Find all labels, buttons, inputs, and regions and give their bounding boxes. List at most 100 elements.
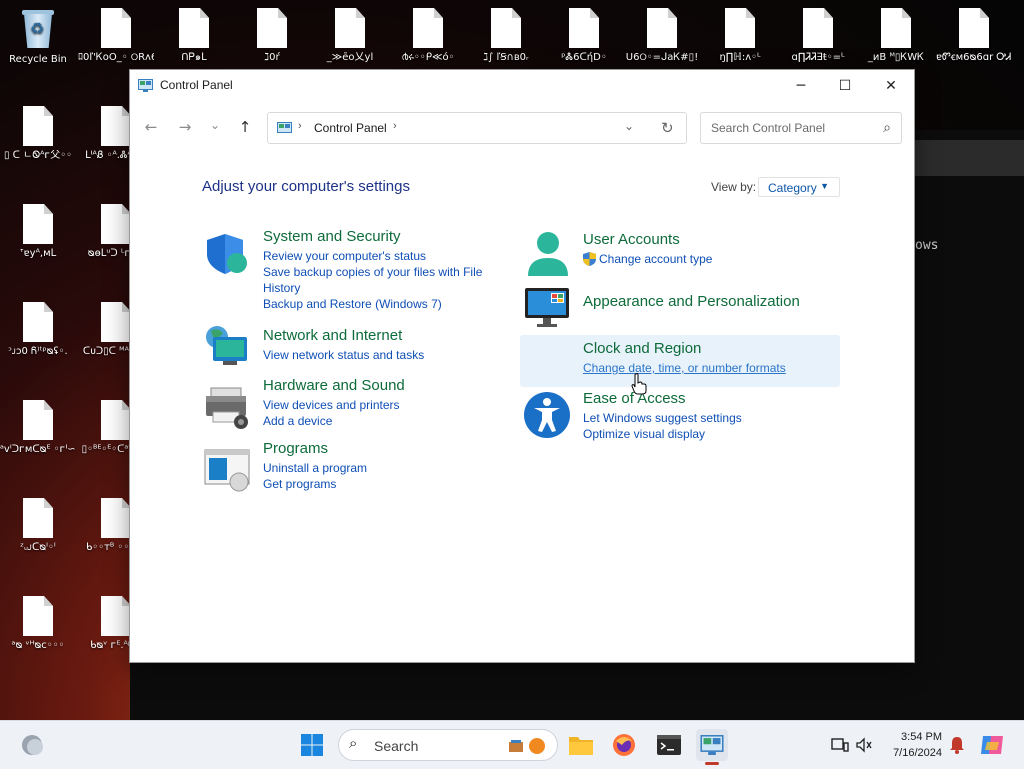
terminal-icon[interactable] [653,729,685,761]
system-clock[interactable]: 3:54 PM 7/16/2024 [880,729,942,761]
category-ease-of-access: Ease of Access Let Windows suggest setti… [583,390,833,442]
network-globe-icon[interactable] [203,323,251,371]
document-icon [257,8,287,48]
desktop-file-icon[interactable]: ℷ0ŕ [234,8,310,63]
programs-icon[interactable] [203,444,251,492]
link-change-account-type[interactable]: Change account type [583,251,833,267]
link-optimize-visual-display[interactable]: Optimize visual display [583,426,833,442]
address-history-dropdown[interactable]: ⌄ [624,119,634,133]
category-title[interactable]: Hardware and Sound [263,377,503,394]
link-backup-restore[interactable]: Backup and Restore (Windows 7) [263,296,503,312]
desktop-icon-label: Ü6୦◦=ᒍaᏦ#▯! [625,52,699,63]
desktop-file-icon[interactable]: ﾛ0ľ'ᏦoO_◦ ୦Rᴧ6◦ó [78,8,154,63]
view-by-dropdown[interactable]: Category ▼ [758,177,840,197]
link-change-date-formats[interactable]: Change date, time, or number formats [583,360,786,376]
trash-can-icon: ♻ [21,8,55,48]
back-button[interactable]: ← [139,118,163,138]
desktop-file-icon[interactable]: ൪ሩ◦◦ᑭ≪ó◦ [390,8,466,63]
link-file-history[interactable]: Save backup copies of your files with Fi… [263,264,503,296]
category-hardware-and-sound: Hardware and Sound View devices and prin… [263,377,503,429]
desktop-file-icon[interactable]: ▯ ᑕ ㄴᏫᴬᴦ父◦◦ [0,106,76,161]
windows-logo-icon [301,734,323,756]
document-icon [101,8,131,48]
document-icon [881,8,911,48]
desktop-file-icon[interactable]: Ü6୦◦=ᒍaᏦ#▯! [624,8,700,63]
document-icon [101,302,131,342]
desktop-icon-label: ɐᏛꞓᴍ6ᴓ6ɑr ᎤᏗ◦◦◦Ʊ [936,52,1012,63]
desktop-file-icon[interactable]: _≫ēo乂yl [312,8,388,63]
desktop-icon-label: ℷ0ŕ [264,52,280,63]
category-title[interactable]: Appearance and Personalization [583,293,843,310]
desktop-file-icon[interactable]: ŋ∏ℍ:ᴧ◦ᴸ [702,8,778,63]
desktop-file-icon[interactable]: ᵖᏜ6ᑕήD◦ [546,8,622,63]
document-icon [179,8,209,48]
navigation-bar: ← → ⌄ ↑ › Control Panel › ⌄ ↻ ⌕ [130,110,914,146]
link-network-status[interactable]: View network status and tasks [263,347,503,363]
refresh-icon[interactable]: ↻ [661,119,674,137]
desktop-file-icon[interactable]: ɐᏛꞓᴍ6ᴓ6ɑr ᎤᏗ◦◦◦Ʊ [936,8,1012,63]
link-devices-printers[interactable]: View devices and printers [263,397,503,413]
desktop-file-icon[interactable]: ՈᏢ๑ᒪ [156,8,232,63]
up-button[interactable]: ↑ [233,118,257,138]
start-button[interactable] [296,729,328,761]
link-uninstall-program[interactable]: Uninstall a program [263,460,503,476]
taskbar-search-label: Search [374,738,419,754]
desktop-file-icon[interactable]: ᶻᵤᴊᑕᴓᴵ◦ᴵ [0,498,76,553]
volume-tray-icon[interactable] [848,729,880,761]
chevron-right-icon[interactable]: › [393,120,397,132]
link-review-status[interactable]: Review your computer's status [263,248,503,264]
accessibility-icon[interactable] [523,391,571,439]
link-add-device[interactable]: Add a device [263,413,503,429]
desktop-file-icon[interactable]: ᵃᴓ ᵛᴴᴓᴄ◦◦◦ [0,596,76,651]
link-get-programs[interactable]: Get programs [263,476,503,492]
desktop-file-icon[interactable]: _ᴎB ᴹ▯ᏦWᏦ [858,8,934,63]
maximize-button[interactable]: ☐ [822,70,868,102]
desktop-icon-label: _≫ēo乂yl [326,52,374,63]
category-title[interactable]: Clock and Region [583,340,786,357]
desktop-icon-label: ﾛ0ľ'ᏦoO_◦ ୦Rᴧ6◦ó [78,52,154,63]
document-icon [23,106,53,146]
close-button[interactable]: ✕ [868,70,914,102]
firefox-icon[interactable] [608,729,640,761]
notification-bell-icon[interactable] [941,729,973,761]
search-input[interactable] [709,120,873,136]
desktop-file-icon[interactable]: ᵓᴊᴐ0 Ᏺ⁾ᵗᵖᴓʢ◦. [0,302,76,357]
desktop-icon-label: ᵓᴊᴐ0 Ᏺ⁾ᵗᵖᴓʢ◦. [8,346,68,357]
widgets-weather-icon[interactable] [16,729,48,761]
desktop-file-icon[interactable]: ᐪɐyᴬ,ᴍᒪ [0,204,76,259]
copilot-icon[interactable] [976,729,1008,761]
search-icon[interactable]: ⌕ [883,119,891,136]
desktop-file-icon[interactable]: ᵃᴠᴵᑐᴦᴍᑕᴓᴱ ◦ᴦᑊ∽ᴓᴐᵏᴦ [0,400,76,455]
desktop-file-icon[interactable]: ɑ∏ᏘᏘ∃ŧ◦=ᴸ [780,8,856,63]
breadcrumb-control-panel[interactable]: Control Panel [314,121,387,135]
printer-icon[interactable] [203,382,251,430]
document-icon [23,302,53,342]
shield-icon[interactable] [203,230,251,278]
user-accounts-icon[interactable] [523,230,571,278]
document-icon [335,8,365,48]
category-title[interactable]: System and Security [263,228,503,245]
category-programs: Programs Uninstall a program Get program… [263,440,503,492]
document-icon [101,400,131,440]
forward-button[interactable]: → [173,118,197,138]
category-title[interactable]: Ease of Access [583,390,833,407]
minimize-button[interactable]: ─ [778,70,824,102]
category-title[interactable]: Programs [263,440,503,457]
document-icon [101,596,131,636]
desktop-icon-label: ᐪɐyᴬ,ᴍᒪ [19,248,57,259]
recent-locations-button[interactable]: ⌄ [203,118,227,138]
address-bar[interactable]: › Control Panel › ⌄ ↻ [267,112,687,144]
document-icon [23,204,53,244]
category-title[interactable]: User Accounts [583,231,833,248]
recycle-bin-icon[interactable]: ♻ Recycle Bin [0,8,76,65]
title-bar[interactable]: Control Panel ─ ☐ ✕ [130,70,914,102]
appearance-monitor-icon[interactable] [523,284,571,332]
category-clock-and-region[interactable]: Clock and Region Change date, time, or n… [520,335,840,387]
hand-cursor-icon [631,373,647,395]
desktop-file-icon[interactable]: ℷ∫ ľꞨ∩ʙ0ᵣ [468,8,544,63]
link-windows-suggest-settings[interactable]: Let Windows suggest settings [583,410,833,426]
category-title[interactable]: Network and Internet [263,327,503,344]
file-explorer-icon[interactable] [565,729,597,761]
taskbar-search[interactable]: ⌕ Search [338,729,558,761]
control-panel-taskbar-icon[interactable] [696,729,728,765]
